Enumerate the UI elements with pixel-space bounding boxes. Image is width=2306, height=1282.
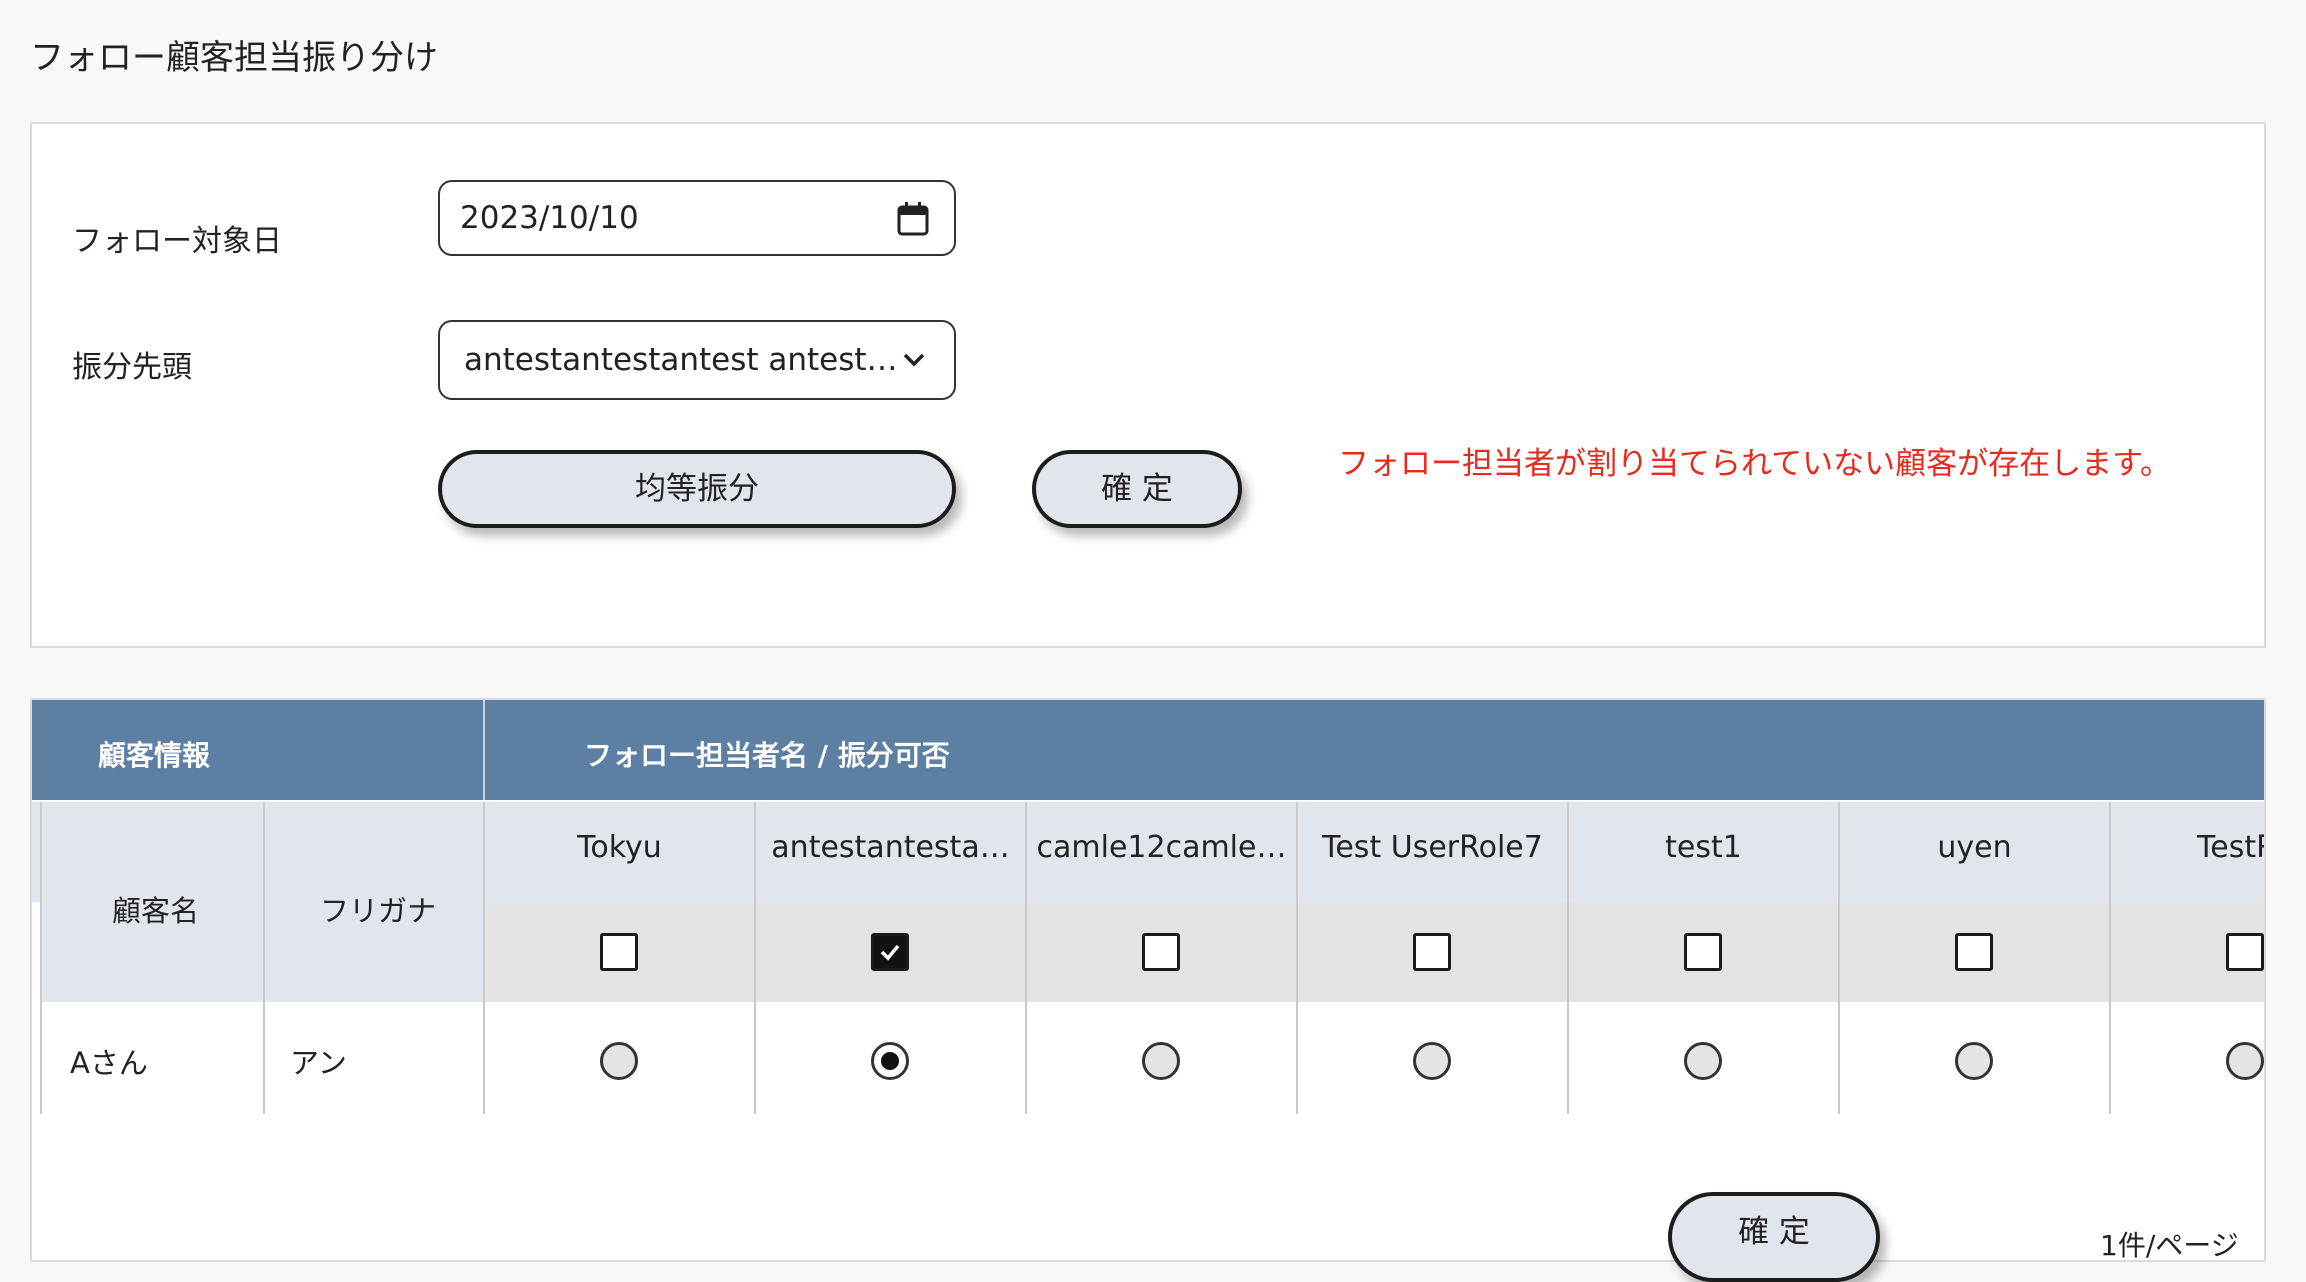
grid-line — [263, 802, 265, 1114]
lead-assignee-value: antestantestantest antest… — [464, 342, 898, 378]
checkmark-icon — [880, 944, 900, 961]
staff-name-header: TestRo — [2197, 830, 2264, 865]
page-size-label[interactable]: 1件/ページ — [2100, 1224, 2239, 1264]
assignment-form-panel: フォロー対象日 2023/10/10 振分先頭 antestantestante… — [30, 122, 2266, 648]
target-date-input[interactable]: 2023/10/10 — [438, 180, 956, 256]
assign-radio[interactable] — [871, 1042, 909, 1080]
staff-allow-checkbox[interactable] — [871, 933, 909, 971]
customer-name-column-header: 顧客名 — [112, 894, 200, 928]
staff-allow-checkbox[interactable] — [1142, 933, 1180, 971]
staff-allow-checkbox[interactable] — [600, 933, 638, 971]
calendar-icon[interactable] — [896, 201, 930, 237]
staff-checkbox-row — [483, 902, 2264, 1002]
staff-allow-checkbox[interactable] — [1413, 933, 1451, 971]
assign-radio[interactable] — [1684, 1042, 1722, 1080]
target-date-value: 2023/10/10 — [460, 200, 639, 236]
staff-allow-checkbox[interactable] — [1955, 933, 1993, 971]
assign-radio[interactable] — [1413, 1042, 1451, 1080]
assign-radio[interactable] — [2226, 1042, 2264, 1080]
staff-allow-checkbox[interactable] — [2226, 933, 2264, 971]
furigana-column-header: フリガナ — [320, 894, 437, 928]
grid-line — [40, 802, 42, 1114]
customer-name-cell: Aさん — [70, 1046, 148, 1080]
page-title: フォロー顧客担当振り分け — [30, 38, 438, 78]
unassigned-warning-message: フォロー担当者が割り当てられていない顧客が存在します。 — [1338, 446, 2171, 482]
table-header-band: 顧客情報 フォロー担当者名 / 振分可否 — [32, 700, 2264, 800]
staff-name-header: uyen — [1937, 830, 2012, 865]
lead-assignee-label: 振分先頭 — [72, 350, 192, 385]
staff-name-header: test1 — [1665, 830, 1742, 865]
confirm-bottom-button[interactable]: 確 定 — [1668, 1192, 1880, 1282]
assign-radio[interactable] — [1955, 1042, 1993, 1080]
assign-radio[interactable] — [1142, 1042, 1180, 1080]
assignment-table: 顧客情報 フォロー担当者名 / 振分可否 顧客名 フリガナ Tokyu ante… — [30, 698, 2266, 1262]
header-divider — [483, 700, 485, 800]
staff-name-header: Test UserRole7 — [1322, 830, 1543, 865]
equal-assign-button[interactable]: 均等振分 — [438, 450, 956, 528]
furigana-cell: アン — [290, 1046, 347, 1080]
staff-name-header: antestantesta… — [771, 830, 1010, 865]
assign-radio[interactable] — [600, 1042, 638, 1080]
customer-info-header: 顧客情報 — [98, 739, 211, 772]
staff-allow-checkbox[interactable] — [1684, 933, 1722, 971]
staff-name-header: Tokyu — [577, 830, 662, 865]
target-date-label: フォロー対象日 — [72, 224, 282, 259]
confirm-top-button[interactable]: 確 定 — [1032, 450, 1242, 528]
staff-name-header: camle12camle… — [1036, 830, 1287, 865]
chevron-down-icon — [903, 353, 925, 367]
staff-group-header: フォロー担当者名 / 振分可否 — [584, 739, 950, 772]
lead-assignee-select[interactable]: antestantestantest antest… — [438, 320, 956, 400]
